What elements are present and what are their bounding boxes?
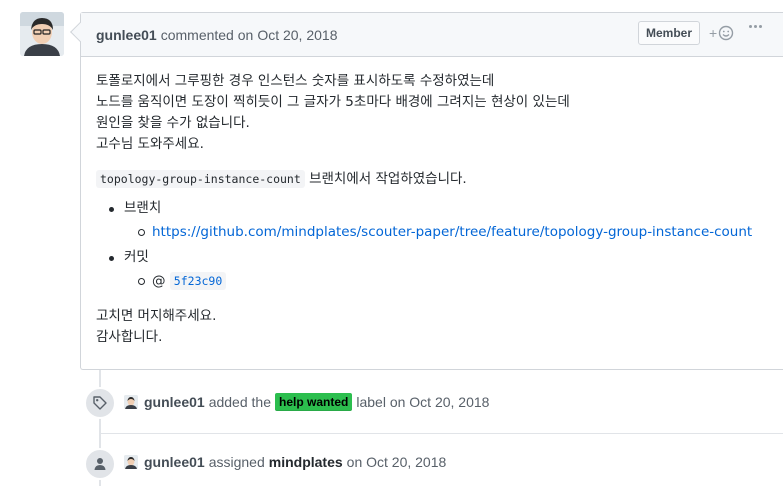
details-list: 브랜치 https://github.com/mindplates/scoute… <box>96 198 768 292</box>
body-line: 원인을 찾을 수가 없습니다. <box>96 115 250 131</box>
commit-link-item: @ 5f23c90 <box>124 270 768 292</box>
dot-icon <box>754 25 757 28</box>
branch-suffix: 브랜치에서 작업하였습니다. <box>304 171 467 187</box>
list-item-label: 브랜치 <box>124 200 162 216</box>
event-author-link[interactable]: gunlee01 <box>144 454 205 470</box>
event-content: gunlee01 added the help wanted label on … <box>124 393 489 411</box>
body-line: 토폴로지에서 그루핑한 경우 인스턴스 숫자를 표시하도록 수정하였는데 <box>96 73 495 89</box>
dot-icon <box>759 25 762 28</box>
tag-icon <box>93 396 107 410</box>
person-icon <box>94 458 106 470</box>
branch-link[interactable]: https://github.com/mindplates/scouter-pa… <box>152 224 752 240</box>
list-item-commit: 커밋 @ 5f23c90 <box>96 247 768 292</box>
smiley-icon <box>718 25 734 41</box>
list-item-label: 커밋 <box>124 249 149 265</box>
timeline-event-assigned: gunlee01 assigned mindplates on Oct 20, … <box>84 448 783 480</box>
commit-link[interactable]: 5f23c90 <box>169 272 227 290</box>
timeline-separator <box>100 433 783 434</box>
event-post: on Oct 20, 2018 <box>346 454 447 470</box>
body-line: 고수님 도와주세요. <box>96 136 204 152</box>
list-item-branch: 브랜치 https://github.com/mindplates/scoute… <box>96 198 768 243</box>
mini-avatar[interactable] <box>124 395 138 409</box>
closing-paragraph: 고치면 머지해주세요. 감사합니다. <box>96 306 768 348</box>
comment-arrow <box>70 22 90 42</box>
event-post: label on Oct 20, 2018 <box>356 394 490 410</box>
comment-header: gunlee01 commented on Oct 20, 2018 Membe… <box>70 13 783 57</box>
event-badge <box>84 448 116 480</box>
help-wanted-label[interactable]: help wanted <box>275 393 353 411</box>
comment-author-link[interactable]: gunlee01 <box>96 27 157 43</box>
timeline-event-label: gunlee01 added the help wanted label on … <box>84 387 783 419</box>
mini-avatar[interactable] <box>124 455 138 469</box>
body-line: 고치면 머지해주세요. <box>96 308 217 324</box>
comment-date-link[interactable]: Oct 20, 2018 <box>257 27 337 43</box>
event-author-link[interactable]: gunlee01 <box>144 394 205 410</box>
add-reaction-button[interactable]: + <box>709 23 734 43</box>
dot-icon <box>749 25 752 28</box>
event-pre: assigned <box>208 454 265 470</box>
plus-label: + <box>709 25 718 41</box>
assignee-link[interactable]: mindplates <box>269 454 343 470</box>
more-options-button[interactable] <box>749 25 762 28</box>
body-line: 노드를 움직이면 도장이 찍히듯이 그 글자가 5초마다 배경에 그려지는 현상… <box>96 94 570 110</box>
comment-body: 토폴로지에서 그루핑한 경우 인스턴스 숫자를 표시하도록 수정하였는데 노드를… <box>81 57 783 362</box>
commit-sha: 5f23c90 <box>169 272 227 290</box>
comment-action: commented on <box>160 26 254 43</box>
branch-code: topology-group-instance-count <box>96 170 305 188</box>
event-pre: added the <box>208 394 271 410</box>
author-avatar[interactable] <box>20 12 64 56</box>
intro-paragraph: 토폴로지에서 그루핑한 경우 인스턴스 숫자를 표시하도록 수정하였는데 노드를… <box>96 71 768 155</box>
commit-prefix: @ <box>152 273 170 289</box>
event-badge <box>84 387 116 419</box>
branch-link-item: https://github.com/mindplates/scouter-pa… <box>124 221 768 243</box>
comment-box: gunlee01 commented on Oct 20, 2018 Membe… <box>70 12 783 370</box>
body-line: 감사합니다. <box>96 329 163 345</box>
event-content: gunlee01 assigned mindplates on Oct 20, … <box>124 454 446 470</box>
branch-paragraph: topology-group-instance-count 브랜치에서 작업하였… <box>96 169 768 190</box>
member-badge: Member <box>638 21 701 45</box>
